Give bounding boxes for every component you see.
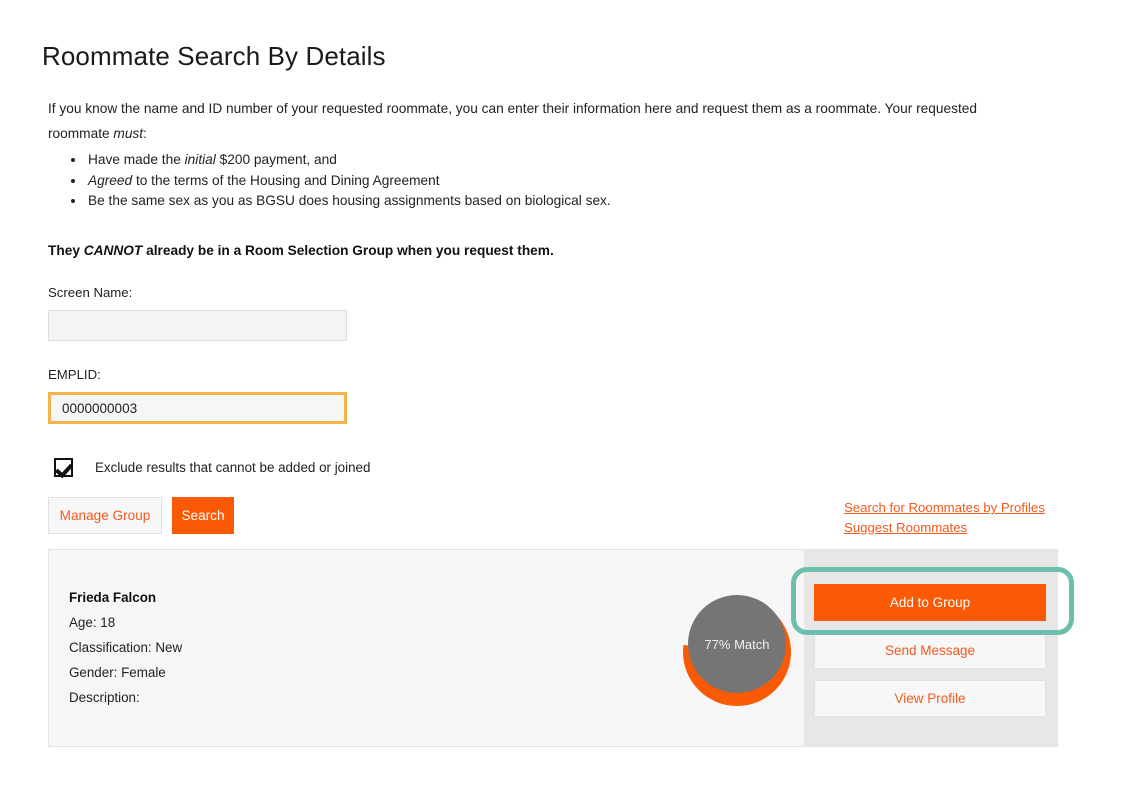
exclude-results-label: Exclude results that cannot be added or … bbox=[95, 460, 371, 475]
requirement-pre: Be the same sex as you as BGSU does hous… bbox=[88, 193, 611, 208]
intro-paragraph: If you know the name and ID number of yo… bbox=[48, 96, 1008, 146]
result-card: Frieda Falcon Age: 18 Classification: Ne… bbox=[48, 549, 1058, 747]
suggest-roommates-link[interactable]: Suggest Roommates bbox=[844, 518, 1045, 538]
cannot-emphasis: CANNOT bbox=[83, 242, 143, 258]
result-gender: Gender: Female bbox=[69, 665, 166, 680]
requirement-pre: Have made the bbox=[88, 152, 185, 167]
requirements-list: Have made the initial $200 payment, and … bbox=[48, 150, 948, 212]
match-percent-badge: 77% Match bbox=[688, 595, 786, 693]
result-classification: Classification: New bbox=[69, 640, 183, 655]
requirement-post: to the terms of the Housing and Dining A… bbox=[132, 172, 440, 188]
result-description: Description: bbox=[69, 690, 140, 705]
screen-name-label: Screen Name: bbox=[48, 285, 133, 300]
result-name: Frieda Falcon bbox=[69, 590, 157, 605]
checkbox-checked-icon[interactable] bbox=[54, 458, 73, 477]
result-actions-column: Add to Group Send Message View Profile bbox=[804, 550, 1057, 746]
search-button[interactable]: Search bbox=[172, 497, 234, 534]
result-details: Frieda Falcon Age: 18 Classification: Ne… bbox=[69, 585, 182, 710]
alternate-search-links: Search for Roommates by Profiles Suggest… bbox=[844, 498, 1045, 538]
screen-name-input[interactable] bbox=[48, 310, 347, 341]
emplid-input[interactable] bbox=[48, 392, 347, 424]
send-message-button[interactable]: Send Message bbox=[814, 632, 1046, 669]
roommate-search-page: Roommate Search By Details If you know t… bbox=[0, 0, 1142, 810]
intro-emphasis: must bbox=[113, 125, 144, 141]
intro-text-part1: If you know the name and ID number of yo… bbox=[48, 100, 977, 141]
requirement-post: $200 payment, and bbox=[215, 152, 337, 167]
search-by-profiles-link[interactable]: Search for Roommates by Profiles bbox=[844, 498, 1045, 518]
emplid-label: EMPLID: bbox=[48, 367, 101, 382]
match-percent-label: 77% Match bbox=[704, 636, 770, 652]
exclude-results-row[interactable]: Exclude results that cannot be added or … bbox=[48, 458, 370, 477]
intro-text-part2: : bbox=[143, 125, 147, 141]
add-to-group-button[interactable]: Add to Group bbox=[814, 584, 1046, 621]
view-profile-button[interactable]: View Profile bbox=[814, 680, 1046, 717]
page-title: Roommate Search By Details bbox=[42, 41, 386, 72]
result-age: Age: 18 bbox=[69, 615, 116, 630]
cannot-notice: They CANNOT already be in a Room Selecti… bbox=[48, 243, 554, 258]
requirement-emphasis: initial bbox=[184, 152, 216, 167]
cannot-post: already be in a Room Selection Group whe… bbox=[142, 242, 554, 258]
list-item: Be the same sex as you as BGSU does hous… bbox=[86, 191, 948, 211]
list-item: Agreed to the terms of the Housing and D… bbox=[86, 171, 948, 191]
manage-group-button[interactable]: Manage Group bbox=[48, 497, 162, 534]
form-button-row: Manage Group Search bbox=[48, 497, 234, 534]
requirement-emphasis: Agreed bbox=[88, 172, 133, 188]
list-item: Have made the initial $200 payment, and bbox=[86, 150, 948, 170]
cannot-pre: They bbox=[48, 242, 84, 258]
